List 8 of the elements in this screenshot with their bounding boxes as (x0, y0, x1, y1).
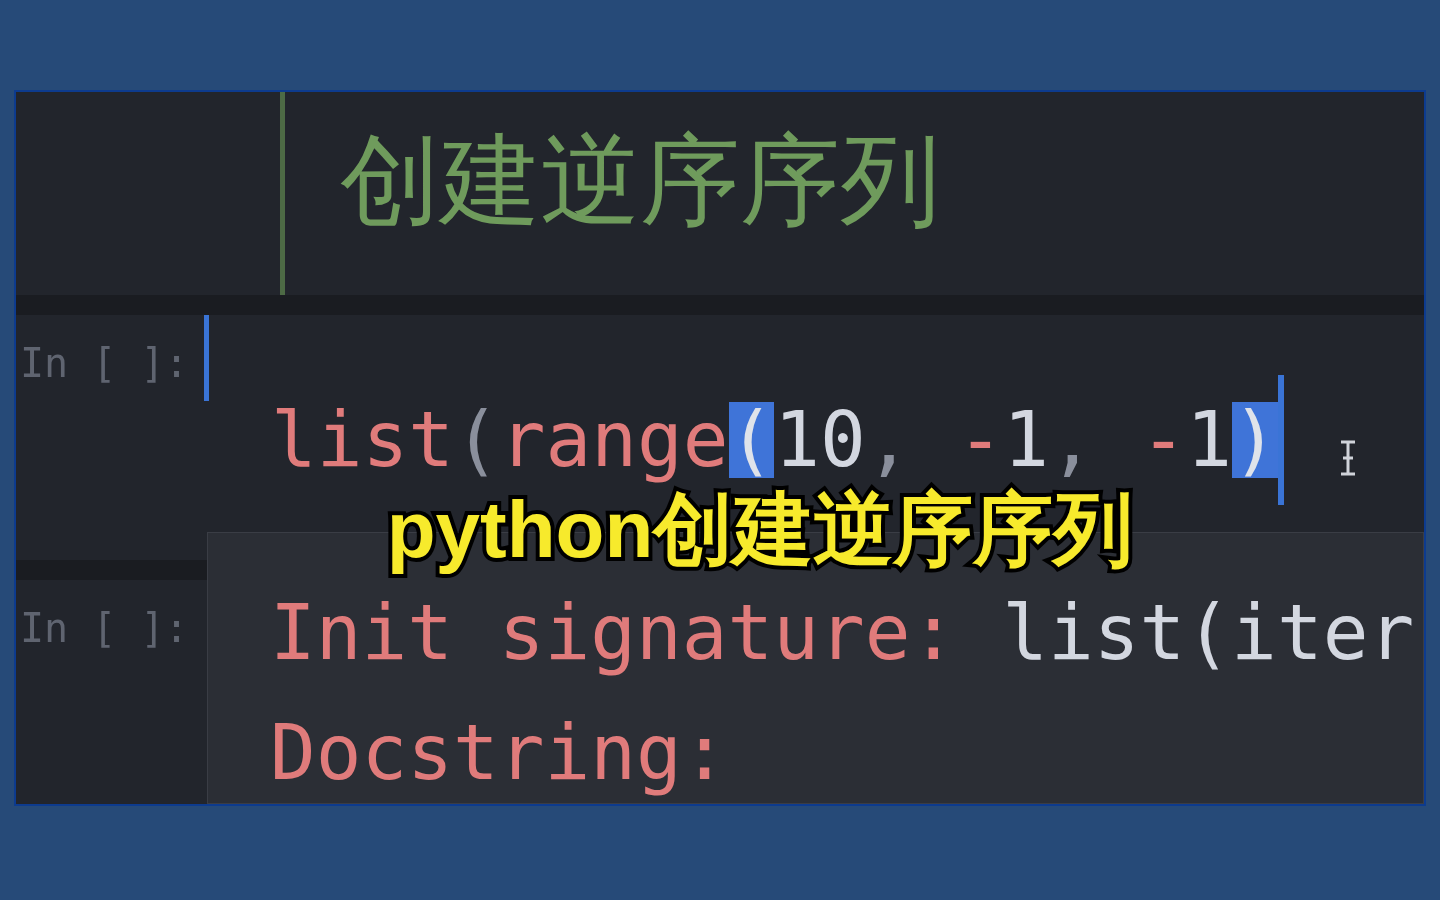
tooltip-label: Init signature: (270, 587, 957, 679)
tooltip-label: Docstring: (270, 707, 728, 799)
code-line: list(range(10, -1, -1) (271, 397, 1284, 483)
text-cursor-icon (1338, 440, 1358, 476)
cell-prompt: In [ ]: (20, 608, 189, 648)
tooltip-value: list(iter (1002, 587, 1415, 679)
cell-prompt: In [ ]: (20, 343, 189, 383)
markdown-heading: 创建逆序序列 (340, 130, 940, 238)
